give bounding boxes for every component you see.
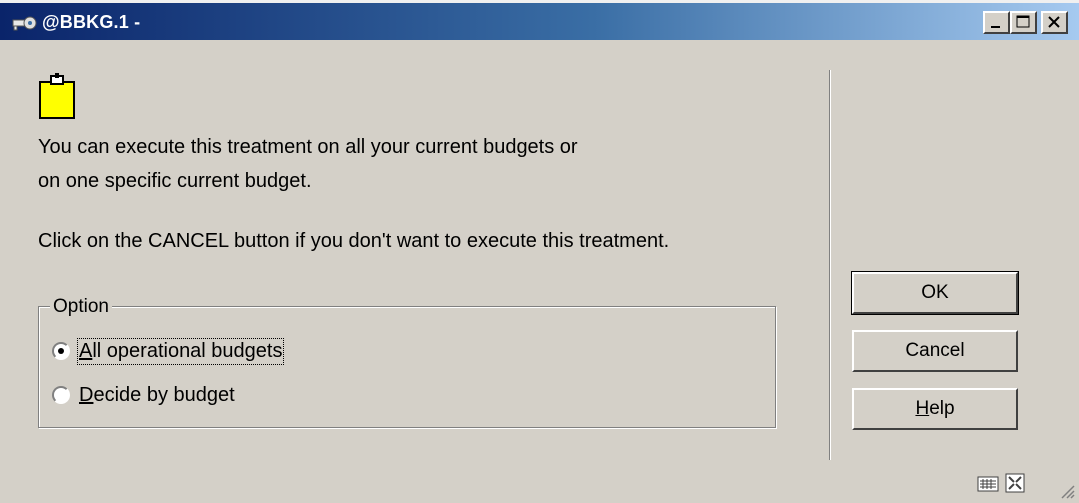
key-icon — [12, 16, 37, 31]
radio-decide-by-budget[interactable]: Decide by budget — [52, 382, 235, 408]
maximize-button[interactable] — [1010, 11, 1037, 34]
accel-key: A — [79, 339, 93, 362]
dialog-window: @BBKG.1 - You can execute this treatment… — [0, 0, 1079, 503]
close-button[interactable] — [1041, 11, 1068, 34]
radio-button-selected[interactable] — [52, 342, 70, 360]
label-rest: ll operational budgets — [92, 339, 283, 362]
window-title: @BBKG.1 - — [42, 12, 141, 32]
title-bar[interactable]: @BBKG.1 - — [0, 0, 1079, 40]
message-line-3: Click on the CANCEL button if you don't … — [38, 230, 670, 252]
minimize-button[interactable] — [983, 11, 1010, 34]
accel-key: D — [79, 383, 94, 406]
keyboard-icon[interactable] — [977, 473, 999, 493]
minimize-icon — [991, 26, 1000, 28]
radio-label-decide-by-budget: Decide by budget — [79, 384, 235, 407]
label-rest: ecide by budget — [93, 383, 235, 406]
radio-dot — [58, 348, 64, 354]
radio-all-operational-budgets[interactable]: All operational budgets — [52, 337, 285, 365]
cancel-button[interactable]: Cancel — [852, 330, 1018, 372]
status-icons — [977, 473, 1025, 493]
resize-icon[interactable] — [1005, 473, 1025, 493]
radio-label-all-operational-budgets: All operational budgets — [76, 337, 285, 365]
help-button[interactable]: Help — [852, 388, 1018, 430]
radio-button-unselected[interactable] — [52, 386, 70, 404]
help-rest: elp — [929, 398, 955, 419]
clipboard-icon — [39, 73, 75, 119]
message-line-1: You can execute this treatment on all yo… — [38, 136, 578, 158]
close-icon — [1048, 16, 1060, 28]
help-accel: H — [915, 398, 930, 419]
ok-button[interactable]: OK — [851, 271, 1019, 315]
option-group-legend: Option — [50, 296, 112, 318]
maximize-icon — [1016, 15, 1030, 28]
option-groupbox — [38, 306, 776, 428]
vertical-separator — [829, 70, 831, 460]
message-line-2: on one specific current budget. — [38, 170, 312, 192]
size-grip-icon[interactable] — [1059, 483, 1075, 499]
